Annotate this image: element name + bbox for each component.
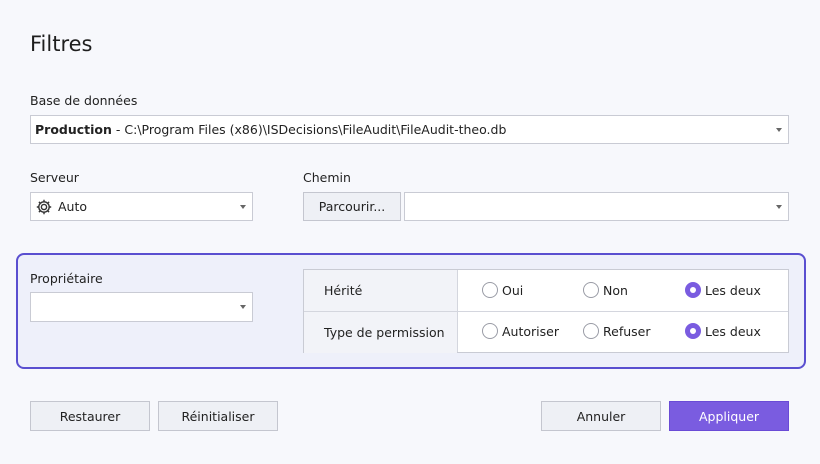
database-path: - C:\Program Files (x86)\ISDecisions\Fil… [111, 122, 507, 137]
radio-circle [583, 323, 599, 339]
radio-circle-selected [685, 282, 701, 298]
reset-button[interactable]: Réinitialiser [158, 401, 278, 431]
apply-button[interactable]: Appliquer [669, 401, 789, 431]
owner-label: Propriétaire [30, 271, 103, 286]
radio-label: Oui [502, 282, 524, 298]
radio-label: Non [603, 282, 628, 298]
chevron-down-icon [776, 204, 782, 209]
filter-grid: Hérité Type de permission Oui Non Les de… [303, 269, 789, 353]
chevron-down-icon [240, 204, 246, 209]
database-select[interactable]: Production - C:\Program Files (x86)\ISDe… [30, 115, 789, 144]
browse-button[interactable]: Parcourir... [303, 192, 401, 221]
radio-inherited-no[interactable]: Non [583, 282, 628, 298]
radio-circle [583, 282, 599, 298]
server-select[interactable]: Auto [30, 192, 253, 221]
column-divider [457, 270, 458, 352]
radio-permission-deny[interactable]: Refuser [583, 323, 650, 339]
radio-circle [482, 323, 498, 339]
radio-circle-selected [685, 323, 701, 339]
inherited-label: Hérité [304, 270, 457, 311]
radio-permission-both[interactable]: Les deux [685, 323, 761, 339]
chevron-down-icon [240, 305, 246, 309]
gear-icon [35, 198, 53, 220]
radio-permission-allow[interactable]: Autoriser [482, 323, 559, 339]
radio-label: Refuser [603, 323, 651, 339]
page-title: Filtres [30, 32, 93, 56]
path-select[interactable] [404, 192, 789, 221]
radio-label: Les deux [705, 282, 761, 298]
server-label: Serveur [30, 170, 79, 185]
database-label: Base de données [30, 93, 138, 108]
chevron-down-icon [776, 127, 782, 132]
path-label: Chemin [303, 170, 351, 185]
restore-button[interactable]: Restaurer [30, 401, 150, 431]
radio-inherited-both[interactable]: Les deux [685, 282, 761, 298]
permission-type-label: Type de permission [304, 312, 457, 353]
radio-inherited-yes[interactable]: Oui [482, 282, 523, 298]
database-value: Production - C:\Program Files (x86)\ISDe… [35, 122, 506, 137]
radio-label: Les deux [705, 323, 761, 339]
radio-circle [482, 282, 498, 298]
owner-select[interactable] [30, 292, 253, 322]
cancel-button[interactable]: Annuler [541, 401, 661, 431]
radio-label: Autoriser [502, 323, 559, 339]
database-name: Production [35, 122, 112, 137]
server-value: Auto [58, 199, 88, 214]
